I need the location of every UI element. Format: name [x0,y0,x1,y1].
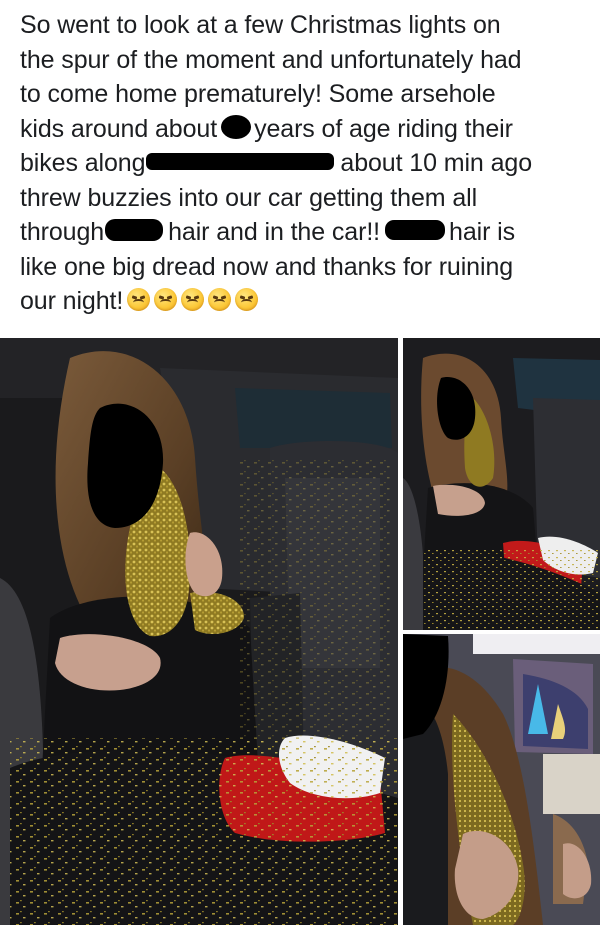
photo-girl-in-car-main[interactable] [0,338,398,925]
weary-face-emoji-icon [181,287,205,311]
post-text-fragment: years of age riding their [254,114,513,143]
weary-face-emoji-icon [208,287,232,311]
post-text-fragment: through [20,218,105,246]
photo-image [403,338,600,630]
facebook-post: So went to look at a few Christmas light… [0,0,600,925]
post-text-fragment: hair is [449,218,516,246]
post-text-fragment: bikes along [20,149,146,177]
post-text-fragment: about 10 min ago [340,149,532,177]
photo-image [0,338,398,925]
post-text-fragment: kids around about [20,114,218,143]
post-line: through hair and in the car!! hair is [20,215,592,250]
photo-girl-at-home[interactable] [403,634,600,925]
post-line: kids around about years of age riding the… [20,112,592,147]
post-line: like one big dread now and thanks for ru… [20,252,514,281]
redaction-mark [385,220,446,241]
post-text: So went to look at a few Christmas light… [20,8,592,319]
post-line: threw buzzies into our car getting them … [20,183,478,212]
post-line: So went to look at a few Christmas light… [20,11,501,39]
redaction-mark [146,152,335,170]
weary-face-emoji-icon [235,287,259,311]
photo-image [403,634,600,925]
post-line: bikes along about 10 min ago [20,146,592,181]
post-text-fragment: our night! [20,287,124,315]
post-line: our night! [20,284,592,319]
photo-girl-in-car-side[interactable] [403,338,600,630]
weary-face-emoji-icon [154,287,178,311]
redaction-mark [221,114,252,139]
post-text-fragment: hair and in the car!! [168,218,381,246]
post-line: to come home prematurely! Some arsehole [20,80,496,108]
redaction-mark [105,219,164,242]
post-line: the spur of the moment and unfortunately… [20,45,522,74]
weary-face-emoji-icon [127,287,151,311]
